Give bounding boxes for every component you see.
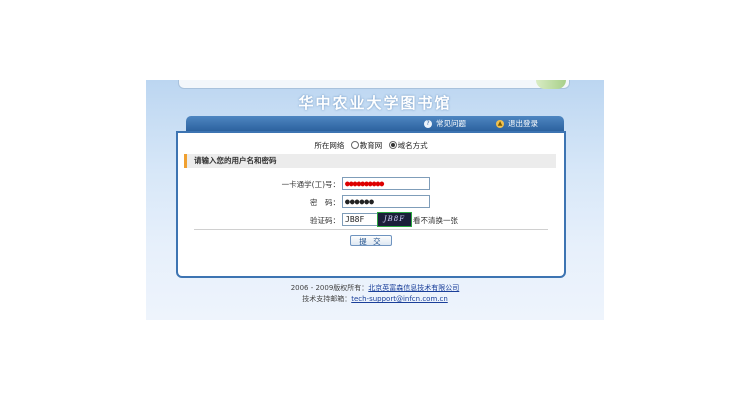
logout-label: 退出登录 xyxy=(508,119,538,128)
nav-bar: ? 常见问题 ▲ 退出登录 xyxy=(186,116,564,131)
password-input[interactable]: ●●●●●● xyxy=(342,195,430,208)
help-icon: ? xyxy=(424,119,432,128)
captcha-value: JB8F xyxy=(345,215,365,224)
footer: 2006 - 2009版权所有：北京英富森信息技术有限公司 技术支持邮箱：tec… xyxy=(146,283,604,305)
copyright-line: 2006 - 2009版权所有：北京英富森信息技术有限公司 xyxy=(146,283,604,294)
login-panel: 所在网络 教育网 域名方式 请输入您的用户名和密码 一卡通学(工)号： ●●●●… xyxy=(176,131,566,278)
site-title: 华中农业大学图书馆 xyxy=(298,94,452,112)
card-number-label: 一卡通学(工)号： xyxy=(281,180,340,189)
network-option-edu: 教育网 xyxy=(359,141,383,150)
support-email-link[interactable]: tech-support@infcn.com.cn xyxy=(351,295,448,303)
top-strip xyxy=(178,80,570,89)
support-prefix: 技术支持邮箱： xyxy=(302,295,352,303)
faq-link[interactable]: ? 常见问题 xyxy=(424,117,466,130)
faq-label: 常见问题 xyxy=(436,119,466,128)
logout-link[interactable]: ▲ 退出登录 xyxy=(496,117,538,130)
captcha-refresh-link[interactable]: 看不清换一张 xyxy=(413,215,458,226)
user-exit-icon: ▲ xyxy=(496,119,504,128)
company-link[interactable]: 北京英富森信息技术有限公司 xyxy=(368,284,459,292)
copyright-prefix: 2006 - 2009版权所有： xyxy=(290,284,369,292)
network-label: 所在网络 xyxy=(314,141,345,150)
network-selector: 所在网络 教育网 域名方式 xyxy=(178,140,564,151)
card-number-value: ●●●●●●●●●● xyxy=(345,179,384,188)
password-value: ●●●●●● xyxy=(345,197,374,206)
network-option-domain: 域名方式 xyxy=(397,141,428,150)
top-decoration xyxy=(536,80,566,89)
network-radio-edu[interactable] xyxy=(350,141,359,149)
password-label: 密 码： xyxy=(310,198,340,207)
section-title: 请输入您的用户名和密码 xyxy=(184,154,556,168)
submit-button[interactable]: 提 交 xyxy=(350,235,392,246)
card-number-input[interactable]: ●●●●●●●●●● xyxy=(342,177,430,190)
captcha-label: 验证码： xyxy=(310,216,340,225)
divider xyxy=(194,229,548,230)
login-page-frame: 华中农业大学图书馆 ? 常见问题 ▲ 退出登录 所在网络 教育网 域名方式 请输… xyxy=(146,80,604,320)
captcha-input[interactable]: JB8F xyxy=(342,213,378,226)
captcha-image[interactable]: JB8F xyxy=(377,212,412,227)
support-line: 技术支持邮箱：tech-support@infcn.com.cn xyxy=(146,294,604,305)
network-radio-domain[interactable] xyxy=(388,141,397,149)
